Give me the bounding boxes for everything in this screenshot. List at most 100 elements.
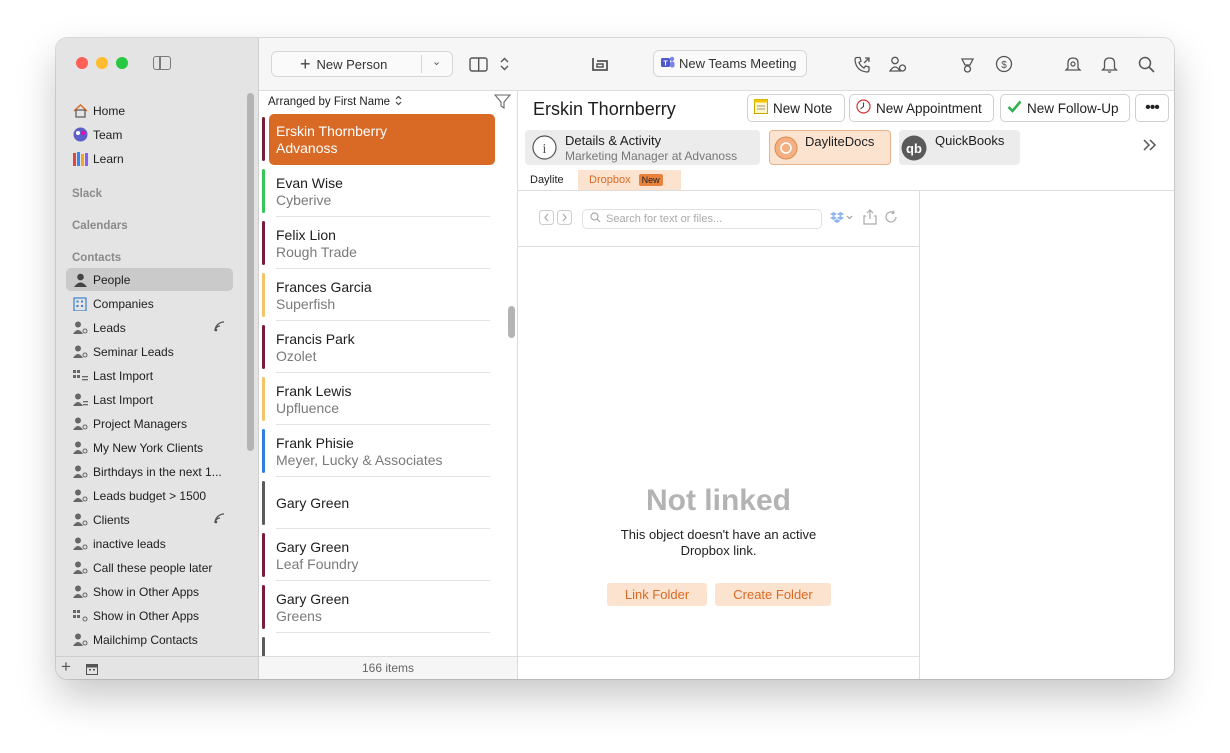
sort-label[interactable]: Arranged by First Name xyxy=(268,96,390,108)
sidebar-item-companies[interactable]: Companies xyxy=(66,292,233,315)
new-person-button[interactable]: + New Person ⌄ xyxy=(271,51,453,77)
tab-quickbooks[interactable]: qb QuickBooks xyxy=(899,130,1020,165)
list-scrollbar[interactable] xyxy=(508,306,515,338)
sort-chevron-icon[interactable] xyxy=(395,95,402,109)
category-color-bar xyxy=(262,273,265,317)
minimize-window-button[interactable] xyxy=(96,57,108,69)
sidebar-item-show-other-apps[interactable]: Show in Other Apps xyxy=(66,580,233,603)
task-icon[interactable] xyxy=(956,53,978,75)
list-item[interactable]: Erskin Thornberry Advanoss xyxy=(262,113,495,165)
list-item[interactable]: Gary Green xyxy=(262,477,494,529)
daylite-icon[interactable] xyxy=(589,53,611,75)
sidebar-scrollbar[interactable] xyxy=(247,93,254,451)
category-color-bar xyxy=(262,325,265,369)
list-item[interactable]: Frank Lewis Upfluence xyxy=(262,373,494,425)
updown-chevron-icon[interactable] xyxy=(493,53,515,75)
split-view-icon[interactable] xyxy=(467,53,489,75)
dollar-icon[interactable]: $ xyxy=(993,53,1015,75)
create-folder-button[interactable]: Create Folder xyxy=(715,583,831,606)
new-appointment-button[interactable]: New Appointment xyxy=(849,94,994,122)
tab-daylitedocs[interactable]: DayliteDocs xyxy=(769,130,891,165)
filter-icon[interactable] xyxy=(493,94,512,112)
books-icon xyxy=(72,151,88,167)
sidebar-item-team[interactable]: Team xyxy=(66,123,233,146)
more-actions-button[interactable]: ••• xyxy=(1135,94,1169,122)
zoom-window-button[interactable] xyxy=(116,57,128,69)
list-item[interactable]: Felix Lion Rough Trade xyxy=(262,217,494,269)
person-icon xyxy=(72,272,88,288)
search-placeholder: Search for text or files... xyxy=(606,213,723,225)
share-icon[interactable] xyxy=(863,209,877,230)
list-item[interactable]: Francis Park Ozolet xyxy=(262,321,494,373)
search-icon xyxy=(590,212,601,226)
sidebar-item-seminar-leads[interactable]: Seminar Leads xyxy=(66,340,233,363)
calendar-small-icon[interactable] xyxy=(86,662,98,679)
dropbox-icon[interactable] xyxy=(829,211,853,229)
close-window-button[interactable] xyxy=(76,57,88,69)
list-header: Arranged by First Name xyxy=(259,91,517,113)
sidebar-item-mailchimp[interactable]: Mailchimp Contacts xyxy=(66,628,233,651)
sidebar-item-birthdays[interactable]: Birthdays in the next 1... xyxy=(66,460,233,483)
sidebar-item-inactive-leads[interactable]: inactive leads xyxy=(66,532,233,555)
category-color-bar xyxy=(262,585,265,629)
plus-icon: + xyxy=(300,54,311,74)
sidebar-item-label: Learn xyxy=(93,151,124,166)
detail-pane: Erskin Thornberry New Note New Appointme… xyxy=(518,91,1174,679)
add-icon[interactable]: + xyxy=(61,657,71,677)
person-name: Erskin Thornberry xyxy=(276,123,388,139)
section-calendars[interactable]: Calendars xyxy=(72,220,128,232)
sidebar-item-show-other-apps-list[interactable]: Show in Other Apps xyxy=(66,604,233,627)
subtab-daylite[interactable]: Daylite xyxy=(530,170,564,190)
list-item-partial[interactable] xyxy=(262,633,494,657)
notifications-settings-icon[interactable] xyxy=(1062,53,1084,75)
section-slack[interactable]: Slack xyxy=(72,188,102,200)
list-item[interactable]: Frances Garcia Superfish xyxy=(262,269,494,321)
new-note-button[interactable]: New Note xyxy=(747,94,845,122)
new-teams-meeting-button[interactable]: T New Teams Meeting xyxy=(653,50,807,77)
chevron-down-icon[interactable]: ⌄ xyxy=(432,55,441,68)
list-icon xyxy=(72,608,88,624)
sidebar-item-home[interactable]: Home xyxy=(66,99,233,122)
info-icon: i xyxy=(532,135,557,165)
tab-details-activity[interactable]: i Details & Activity Marketing Manager a… xyxy=(525,130,760,165)
sidebar-item-leads[interactable]: Leads xyxy=(66,316,233,339)
dropbox-search-input[interactable]: Search for text or files... xyxy=(582,209,822,229)
sidebar-footer: + xyxy=(56,656,258,679)
smart-list-icon xyxy=(72,320,88,336)
list-item[interactable]: Gary Green Greens xyxy=(262,581,494,633)
sidebar-item-ny-clients[interactable]: My New York Clients xyxy=(66,436,233,459)
list-item[interactable]: Gary Green Leaf Foundry xyxy=(262,529,494,581)
ellipsis-icon: ••• xyxy=(1145,99,1160,116)
divider xyxy=(421,55,422,73)
bell-icon[interactable] xyxy=(1098,53,1120,75)
new-follow-up-button[interactable]: New Follow-Up xyxy=(1000,94,1130,122)
forward-icon[interactable] xyxy=(557,210,572,230)
smart-list-icon xyxy=(72,536,88,552)
link-folder-button[interactable]: Link Folder xyxy=(607,583,707,606)
sidebar-item-call-later[interactable]: Call these people later xyxy=(66,556,233,579)
sidebar-item-clients[interactable]: Clients xyxy=(66,508,233,531)
sidebar-item-people[interactable]: People xyxy=(66,268,233,291)
sidebar-item-label: My New York Clients xyxy=(93,440,204,455)
sidebar-item-project-managers[interactable]: Project Managers xyxy=(66,412,233,435)
section-contacts[interactable]: Contacts xyxy=(72,252,121,264)
list-item[interactable]: Evan Wise Cyberive xyxy=(262,165,494,217)
sidebar-item-leads-budget[interactable]: Leads budget > 1500 xyxy=(66,484,233,507)
search-icon[interactable] xyxy=(1135,53,1157,75)
subtab-dropbox-label: Dropbox xyxy=(589,174,631,186)
sidebar-item-last-import[interactable]: Last Import xyxy=(66,364,233,387)
back-icon[interactable] xyxy=(539,210,554,230)
sidebar-toggle-icon[interactable] xyxy=(153,56,171,70)
person-company: Leaf Foundry xyxy=(276,556,359,572)
item-count: 166 items xyxy=(259,656,517,679)
new-person-label: New Person xyxy=(316,56,388,72)
sidebar-item-last-import-smart[interactable]: Last Import xyxy=(66,388,233,411)
sidebar-item-learn[interactable]: Learn xyxy=(66,147,233,170)
subtab-dropbox[interactable]: Dropbox New xyxy=(578,170,681,190)
refresh-icon[interactable] xyxy=(884,210,898,229)
more-tabs-chevron-icon[interactable] xyxy=(1142,138,1158,157)
contact-action-icon[interactable] xyxy=(887,53,909,75)
phone-icon[interactable] xyxy=(851,53,873,75)
quickbooks-icon: qb xyxy=(901,135,927,166)
list-item[interactable]: Frank Phisie Meyer, Lucky & Associates xyxy=(262,425,494,477)
